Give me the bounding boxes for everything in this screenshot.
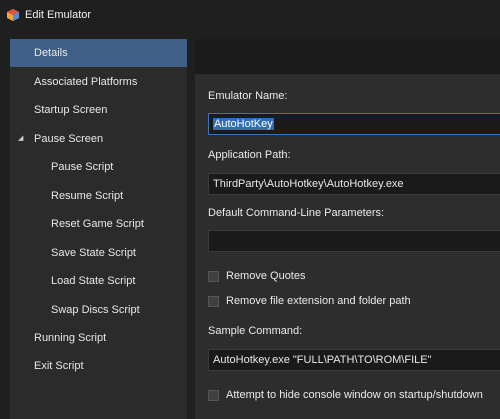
hide-console-label: Attempt to hide console window on startu…	[226, 389, 483, 401]
sidebar-item-associated-platforms[interactable]: Associated Platforms	[10, 68, 187, 96]
application-path-label: Application Path:	[208, 149, 291, 161]
sidebar: Details Associated Platforms Startup Scr…	[10, 39, 187, 419]
sample-command-value: AutoHotkey.exe "FULL\PATH\TO\ROM\FILE"	[213, 354, 432, 366]
emulator-name-input[interactable]: AutoHotKey	[208, 113, 500, 135]
emulator-name-label: Emulator Name:	[208, 90, 288, 102]
panel-header-bar	[195, 39, 500, 74]
sidebar-item-save-state-script[interactable]: Save State Script	[10, 239, 187, 267]
sidebar-item-exit-script[interactable]: Exit Script	[10, 352, 187, 380]
sidebar-item-label: Pause Screen	[34, 133, 104, 145]
sidebar-item-label: Details	[34, 47, 68, 59]
window-title: Edit Emulator	[25, 9, 92, 21]
sidebar-item-label: Save State Script	[51, 247, 136, 259]
remove-extension-checkbox[interactable]	[208, 295, 219, 307]
sidebar-item-label: Reset Game Script	[51, 218, 144, 230]
sidebar-item-pause-script[interactable]: Pause Script	[10, 153, 187, 181]
hide-console-option[interactable]: Attempt to hide console window on startu…	[208, 388, 483, 402]
hide-console-checkbox[interactable]	[208, 389, 219, 401]
sidebar-item-load-state-script[interactable]: Load State Script	[10, 267, 187, 295]
remove-extension-option[interactable]: Remove file extension and folder path	[208, 294, 411, 308]
sidebar-item-running-script[interactable]: Running Script	[10, 324, 187, 352]
sidebar-item-resume-script[interactable]: Resume Script	[10, 182, 187, 210]
sidebar-item-label: Swap Discs Script	[51, 304, 140, 316]
application-path-input[interactable]: ThirdParty\AutoHotkey\AutoHotkey.exe	[208, 173, 500, 195]
sidebar-item-pause-screen[interactable]: ◢ Pause Screen	[10, 125, 187, 153]
sidebar-item-label: Pause Script	[51, 161, 114, 173]
launchbox-logo-icon	[7, 9, 19, 21]
expand-triangle-icon[interactable]: ◢	[18, 125, 23, 153]
sidebar-item-label: Associated Platforms	[34, 76, 138, 88]
command-line-params-input[interactable]	[208, 230, 500, 252]
remove-quotes-checkbox[interactable]	[208, 270, 219, 282]
remove-extension-label: Remove file extension and folder path	[226, 295, 411, 307]
application-path-value: ThirdParty\AutoHotkey\AutoHotkey.exe	[213, 178, 404, 190]
remove-quotes-option[interactable]: Remove Quotes	[208, 269, 305, 283]
sidebar-item-label: Load State Script	[51, 275, 136, 287]
title-bar: Edit Emulator	[0, 0, 500, 30]
sidebar-item-startup-screen[interactable]: Startup Screen	[10, 96, 187, 124]
sidebar-item-details[interactable]: Details	[10, 39, 187, 67]
remove-quotes-label: Remove Quotes	[226, 270, 306, 282]
sample-command-label: Sample Command:	[208, 325, 303, 337]
details-panel: Emulator Name: AutoHotKey Application Pa…	[195, 39, 500, 419]
sidebar-item-label: Resume Script	[51, 190, 124, 202]
sidebar-item-label: Exit Script	[34, 360, 84, 372]
sidebar-item-label: Startup Screen	[34, 104, 108, 116]
sidebar-item-swap-discs-script[interactable]: Swap Discs Script	[10, 296, 187, 324]
command-line-params-label: Default Command-Line Parameters:	[208, 207, 385, 219]
sidebar-item-label: Running Script	[34, 332, 107, 344]
emulator-name-value: AutoHotKey	[213, 118, 274, 130]
sample-command-field[interactable]: AutoHotkey.exe "FULL\PATH\TO\ROM\FILE"	[208, 349, 500, 371]
sidebar-item-reset-game-script[interactable]: Reset Game Script	[10, 210, 187, 238]
